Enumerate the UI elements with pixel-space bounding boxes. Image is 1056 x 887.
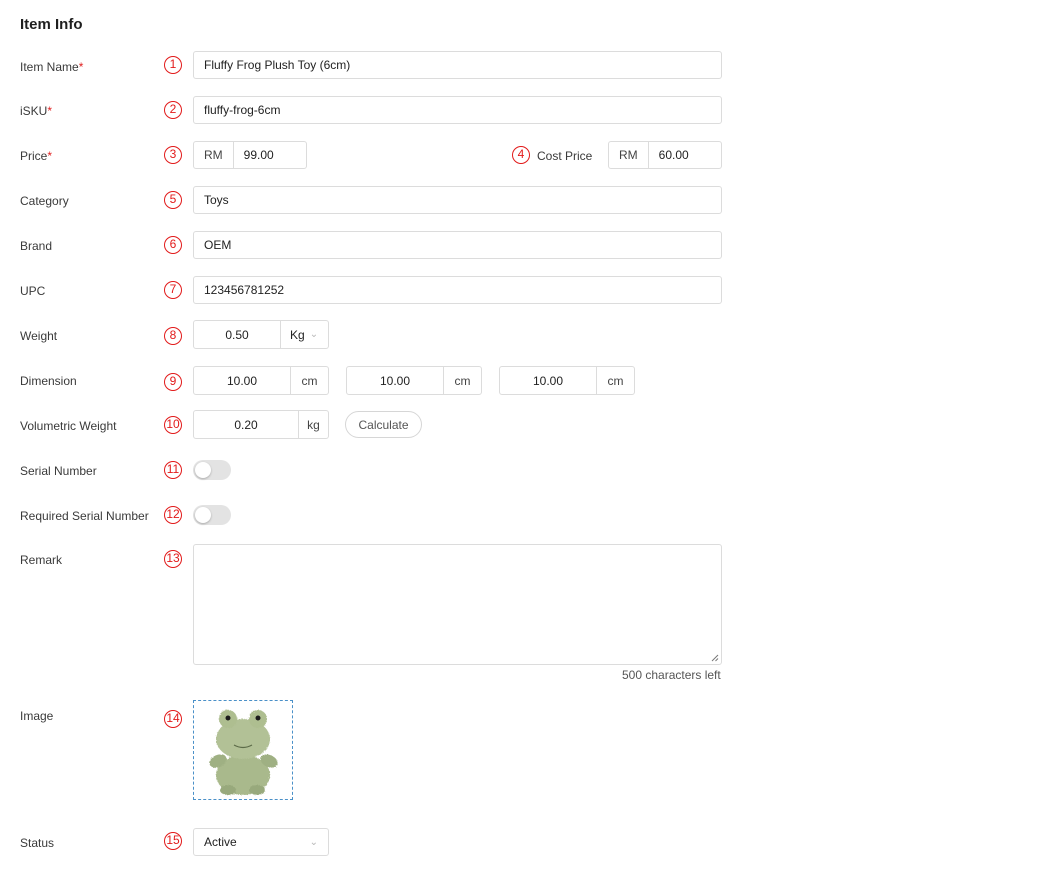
category-label: Category [20,194,69,208]
volumetric-weight-input[interactable]: 0.20 kg [193,410,329,439]
item-name-input[interactable]: Fluffy Frog Plush Toy (6cm) [193,51,722,79]
badge-9: 9 [164,373,182,391]
frog-plush-image [209,710,278,795]
weight-label: Weight [20,329,58,343]
serial-number-toggle[interactable] [193,460,231,480]
dimension-length-input[interactable]: 10.00 cm [193,366,329,395]
badge-6: 6 [164,236,182,254]
badge-13: 13 [164,550,182,568]
remark-textarea[interactable] [193,544,722,665]
resize-handle-icon[interactable] [711,654,719,662]
isku-label: iSKU* [20,104,53,118]
weight-unit-select[interactable]: Kg ⌄ [280,321,328,348]
badge-10: 10 [164,416,182,434]
badge-1: 1 [164,56,182,74]
badge-14: 14 [164,710,182,728]
badge-8: 8 [164,327,182,345]
brand-input[interactable]: OEM [193,231,722,259]
image-upload-box[interactable] [193,700,293,800]
chevron-down-icon: ⌄ [309,836,318,848]
badge-12: 12 [164,506,182,524]
badge-11: 11 [164,461,182,479]
weight-input[interactable]: 0.50 Kg ⌄ [193,320,329,349]
upc-label: UPC [20,284,46,298]
cost-price-input[interactable]: RM 60.00 [608,141,722,169]
price-label: Price* [20,149,53,163]
dimension-label: Dimension [20,374,77,388]
price-currency: RM [194,142,234,168]
badge-5: 5 [164,191,182,209]
serial-number-label: Serial Number [20,464,97,478]
badge-3: 3 [164,146,182,164]
badge-15: 15 [164,832,182,850]
upc-input[interactable]: 123456781252 [193,276,722,304]
required-serial-number-toggle[interactable] [193,505,231,525]
badge-4: 4 [512,146,530,164]
image-label: Image [20,709,54,723]
item-name-label: Item Name* [20,60,84,74]
cost-price-currency: RM [609,142,649,168]
section-title: Item Info [20,16,83,33]
remark-character-counter: 500 characters left [622,668,721,682]
cost-price-label: Cost Price [537,149,593,163]
dimension-width-input[interactable]: 10.00 cm [346,366,482,395]
toggle-knob [195,507,211,523]
weight-value[interactable]: 0.50 [194,321,280,348]
required-serial-number-label: Required Serial Number [20,509,149,523]
badge-7: 7 [164,281,182,299]
category-input[interactable]: Toys [193,186,722,214]
chevron-down-icon: ⌄ [309,329,319,340]
badge-2: 2 [164,101,182,119]
status-label: Status [20,836,55,850]
remark-label: Remark [20,553,63,567]
dimension-height-input[interactable]: 10.00 cm [499,366,635,395]
brand-label: Brand [20,239,53,253]
price-input[interactable]: RM 99.00 [193,141,307,169]
volumetric-weight-label: Volumetric Weight [20,419,117,433]
isku-input[interactable]: fluffy-frog-6cm [193,96,722,124]
toggle-knob [195,462,211,478]
status-select[interactable]: Active ⌄ [193,828,329,856]
calculate-button[interactable]: Calculate [345,411,422,438]
